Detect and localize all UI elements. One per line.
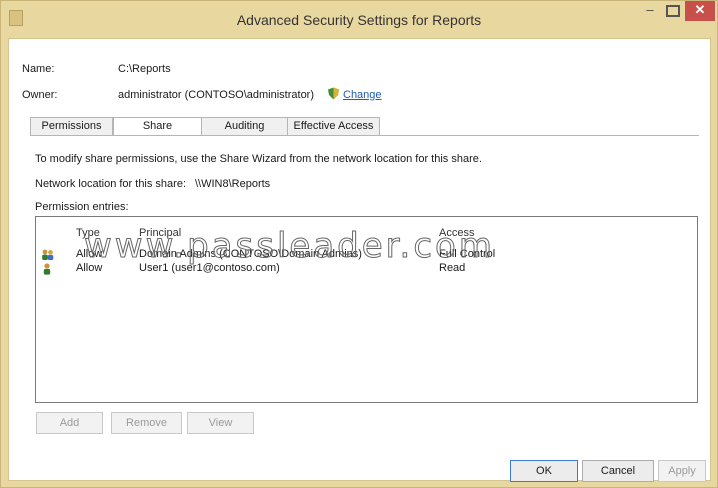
tab-effective-access[interactable]: Effective Access xyxy=(287,117,380,135)
column-header-type[interactable]: Type xyxy=(76,227,100,239)
add-button[interactable]: Add xyxy=(36,412,103,434)
owner-label: Owner: xyxy=(22,89,58,101)
share-wizard-note: To modify share permissions, use the Sha… xyxy=(35,153,482,165)
column-header-access[interactable]: Access xyxy=(439,227,474,239)
tab-auditing[interactable]: Auditing xyxy=(201,117,288,135)
title-bar[interactable]: Advanced Security Settings for Reports –… xyxy=(1,1,717,39)
row-type: Allow xyxy=(76,262,103,274)
maximize-icon xyxy=(666,5,680,17)
permission-entries-label: Permission entries: xyxy=(35,201,129,213)
permission-row[interactable]: Allow Domain Admins (CONTOSO\Domain Admi… xyxy=(36,248,697,262)
cancel-button[interactable]: Cancel xyxy=(582,460,654,482)
shield-icon xyxy=(327,87,340,100)
tab-permissions[interactable]: Permissions xyxy=(30,117,113,135)
permission-row[interactable]: Allow User1 (user1@contoso.com) Read xyxy=(36,262,697,276)
ok-button[interactable]: OK xyxy=(510,460,578,482)
row-principal: User1 (user1@contoso.com) xyxy=(139,262,280,274)
row-access: Full Control xyxy=(439,248,496,260)
minimize-button[interactable]: – xyxy=(639,1,661,21)
window-title: Advanced Security Settings for Reports xyxy=(236,12,482,28)
network-location-value: \\WIN8\Reports xyxy=(195,178,271,190)
column-header-principal[interactable]: Principal xyxy=(139,227,181,239)
name-label: Name: xyxy=(22,63,55,75)
change-owner-link[interactable]: Change xyxy=(343,89,382,101)
row-principal: Domain Admins (CONTOSO\Domain Admins) xyxy=(139,248,362,260)
tab-divider xyxy=(30,135,699,136)
name-value: C:\Reports xyxy=(118,63,171,75)
row-type: Allow xyxy=(76,248,103,260)
owner-value: administrator (CONTOSO\administrator) xyxy=(118,89,315,101)
maximize-button[interactable] xyxy=(661,1,685,21)
user-icon xyxy=(41,263,53,275)
view-button[interactable]: View xyxy=(187,412,254,434)
remove-button[interactable]: Remove xyxy=(111,412,182,434)
permission-entries-list[interactable]: Type Principal Access Allow Domain Admin… xyxy=(35,216,698,403)
row-access: Read xyxy=(439,262,466,274)
apply-button[interactable]: Apply xyxy=(658,460,706,482)
network-location-label: Network location for this share: xyxy=(35,178,187,190)
tab-share[interactable]: Share xyxy=(113,117,202,136)
close-button[interactable]: ✕ xyxy=(685,1,715,21)
group-icon xyxy=(41,249,54,261)
